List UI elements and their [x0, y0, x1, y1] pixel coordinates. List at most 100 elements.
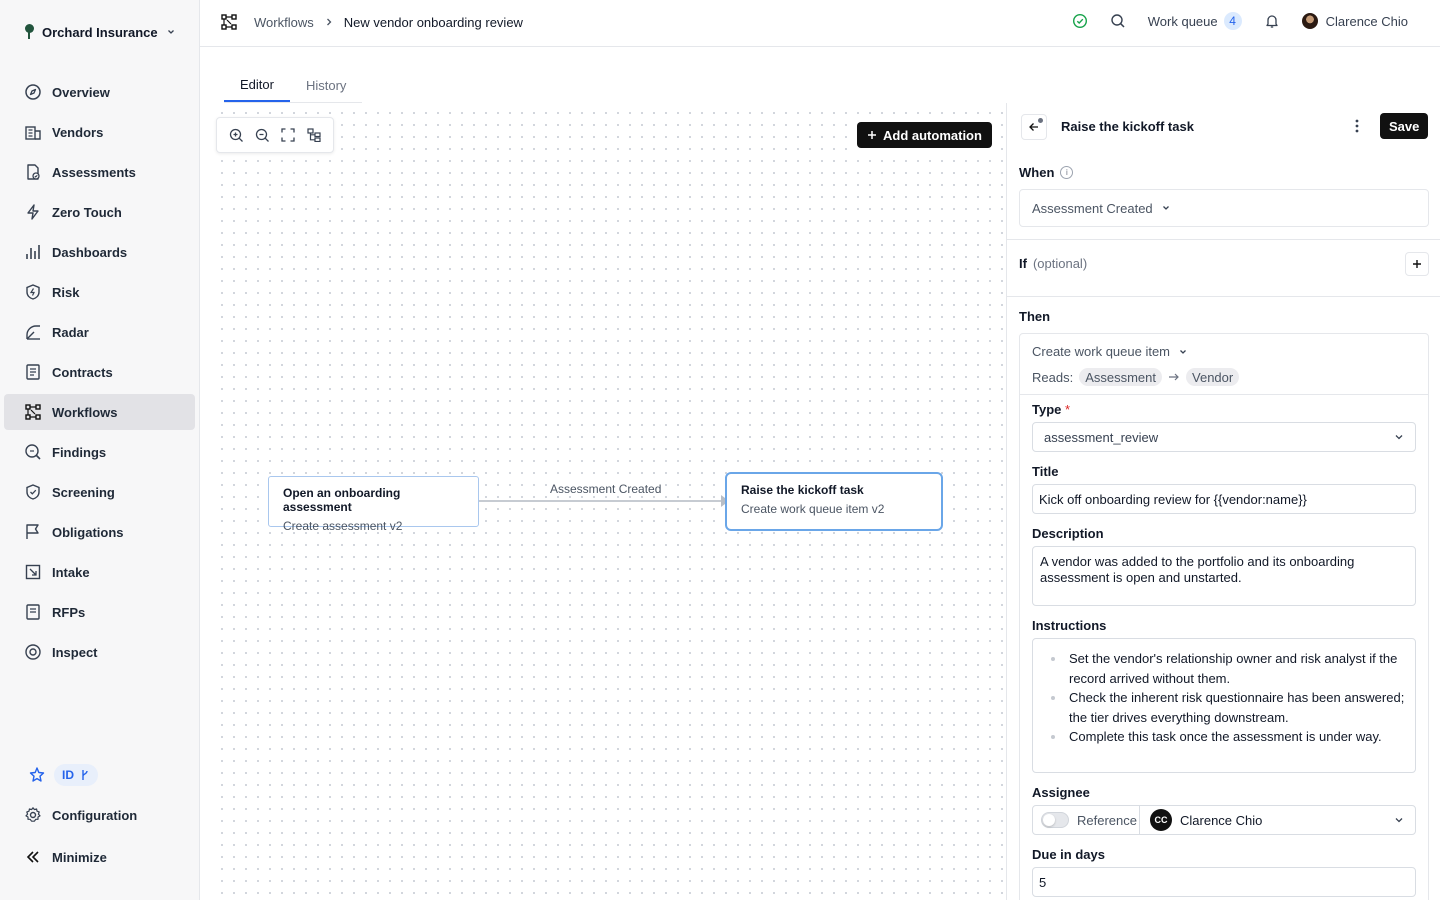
due-days-input[interactable]: 5	[1032, 867, 1416, 897]
if-label: If	[1019, 256, 1027, 271]
list-item: Complete this task once the assessment i…	[1049, 727, 1415, 747]
sidebar-item-radar[interactable]: Radar	[4, 314, 195, 350]
if-section-label: If (optional)	[1019, 256, 1087, 271]
user-name: Clarence Chio	[1325, 13, 1408, 29]
breadcrumb: Workflows New vendor onboarding review	[220, 13, 523, 31]
sidebar-item-screening[interactable]: Screening	[4, 474, 195, 510]
sidebar-item-contracts[interactable]: Contracts	[4, 354, 195, 390]
sidebar-item-label: Contracts	[52, 364, 113, 380]
trigger-value: Assessment Created	[1032, 200, 1153, 216]
fit-view-button[interactable]	[279, 126, 297, 144]
header-actions: Work queue 4 Clarence Chio	[1072, 12, 1408, 30]
reads-chip-assessment: Assessment	[1079, 368, 1163, 386]
configuration-link[interactable]: Configuration	[24, 806, 194, 824]
search-icon[interactable]	[1110, 13, 1126, 29]
assignee-select[interactable]: CC Clarence Chio	[1140, 806, 1415, 834]
auto-layout-button[interactable]	[305, 126, 323, 144]
sidebar-item-overview[interactable]: Overview	[4, 74, 195, 110]
reference-toggle[interactable]: Reference	[1033, 806, 1140, 834]
org-name: Orchard Insurance	[42, 24, 158, 40]
sidebar-item-findings[interactable]: Findings	[4, 434, 195, 470]
compass-icon	[25, 84, 41, 100]
id-badge[interactable]: ID	[54, 764, 98, 786]
add-automation-button[interactable]: Add automation	[857, 122, 992, 148]
trigger-select[interactable]: Assessment Created	[1019, 189, 1429, 227]
tab-history[interactable]: History	[290, 68, 362, 102]
save-button[interactable]: Save	[1380, 113, 1429, 139]
sidebar-item-assessments[interactable]: Assessments	[4, 154, 195, 190]
org-switcher[interactable]: Orchard Insurance	[24, 22, 176, 42]
when-section-label: When i	[1019, 165, 1074, 180]
description-label: Description	[1032, 526, 1104, 541]
sidebar-item-workflows[interactable]: Workflows	[4, 394, 195, 430]
sidebar-item-label: Screening	[52, 484, 115, 500]
unsaved-dot	[1038, 118, 1043, 123]
bolt-icon	[27, 204, 39, 220]
info-icon[interactable]: i	[1060, 166, 1074, 179]
when-label: When	[1019, 165, 1055, 180]
chevron-down-icon	[1180, 349, 1186, 354]
zoom-out-icon	[255, 128, 269, 142]
workflow-edge[interactable]	[479, 500, 723, 502]
breadcrumb-current: New vendor onboarding review	[343, 14, 523, 30]
minimize-button[interactable]: Minimize	[24, 848, 194, 866]
sidebar-item-vendors[interactable]: Vendors	[4, 114, 195, 150]
assignee-field: Reference CC Clarence Chio	[1032, 805, 1416, 835]
sidebar-item-label: Inspect	[52, 644, 98, 660]
chevron-right-icon	[326, 18, 332, 26]
sidebar-item-label: RFPs	[52, 604, 86, 620]
user-menu[interactable]: Clarence Chio	[1301, 13, 1408, 29]
status-check-icon[interactable]	[1072, 13, 1088, 29]
tree-layout-icon	[307, 128, 321, 142]
type-label: Type	[1032, 402, 1062, 417]
zoom-out-button[interactable]	[253, 126, 271, 144]
add-condition-button[interactable]	[1405, 252, 1429, 276]
title-input[interactable]: Kick off onboarding review for {{vendor:…	[1032, 484, 1416, 514]
list-item: Set the vendor's relationship owner and …	[1049, 649, 1415, 688]
arrow-right-icon	[1169, 373, 1179, 381]
workflow-node-selected[interactable]: Raise the kickoff task Create work queue…	[725, 472, 943, 531]
type-field-label: Type *	[1032, 402, 1070, 417]
contract-icon	[26, 364, 40, 380]
eye-icon	[25, 644, 41, 660]
rfp-icon	[26, 604, 40, 620]
reads-chip-vendor: Vendor	[1186, 368, 1240, 386]
sidebar-item-intake[interactable]: Intake	[4, 554, 195, 590]
flag-icon	[26, 524, 39, 539]
action-select[interactable]: Create work queue item	[1032, 344, 1188, 359]
sidebar-item-obligations[interactable]: Obligations	[4, 514, 195, 550]
fit-view-icon	[281, 128, 295, 142]
work-queue-button[interactable]: Work queue 4	[1148, 12, 1242, 30]
workflow-canvas[interactable]: Add automation Assessment Created Open a…	[212, 103, 1006, 900]
type-select[interactable]: assessment_review	[1032, 422, 1416, 452]
plus-icon	[868, 131, 876, 139]
chevron-down-icon	[1395, 818, 1403, 823]
zoom-in-button[interactable]	[227, 126, 245, 144]
title-label: Title	[1032, 464, 1059, 479]
instructions-list: Set the vendor's relationship owner and …	[1033, 647, 1415, 747]
back-button[interactable]	[1021, 114, 1047, 140]
node-title: Open an onboarding assessment	[283, 486, 401, 514]
sidebar-item-dashboards[interactable]: Dashboards	[4, 234, 195, 270]
section-divider	[1007, 239, 1440, 240]
avatar: CC	[1150, 809, 1172, 831]
magnifier-icon	[25, 444, 41, 460]
tab-editor[interactable]: Editor	[224, 68, 290, 102]
workflow-node[interactable]: Open an onboarding assessment Create ass…	[268, 476, 479, 533]
sidebar-item-inspect[interactable]: Inspect	[4, 634, 195, 670]
sidebar-item-zero-touch[interactable]: Zero Touch	[4, 194, 195, 230]
editor-tabs: Editor History	[224, 68, 363, 103]
more-options-button[interactable]	[1347, 115, 1367, 137]
required-marker: *	[1065, 402, 1071, 417]
sidebar-item-label: Obligations	[52, 524, 124, 540]
reads-row: Reads: Assessment Vendor	[1032, 368, 1240, 386]
instructions-editor[interactable]: Set the vendor's relationship owner and …	[1032, 638, 1416, 773]
sidebar-item-label: Intake	[52, 564, 90, 580]
bell-icon[interactable]	[1264, 13, 1280, 29]
top-bar: Workflows New vendor onboarding review W…	[200, 0, 1440, 47]
breadcrumb-workflows[interactable]: Workflows	[254, 15, 314, 30]
sidebar-item-risk[interactable]: Risk	[4, 274, 195, 310]
description-textarea[interactable]: A vendor was added to the portfolio and …	[1032, 546, 1416, 606]
sidebar-item-rfps[interactable]: RFPs	[4, 594, 195, 630]
sparkle-badge-icon[interactable]	[28, 766, 46, 784]
